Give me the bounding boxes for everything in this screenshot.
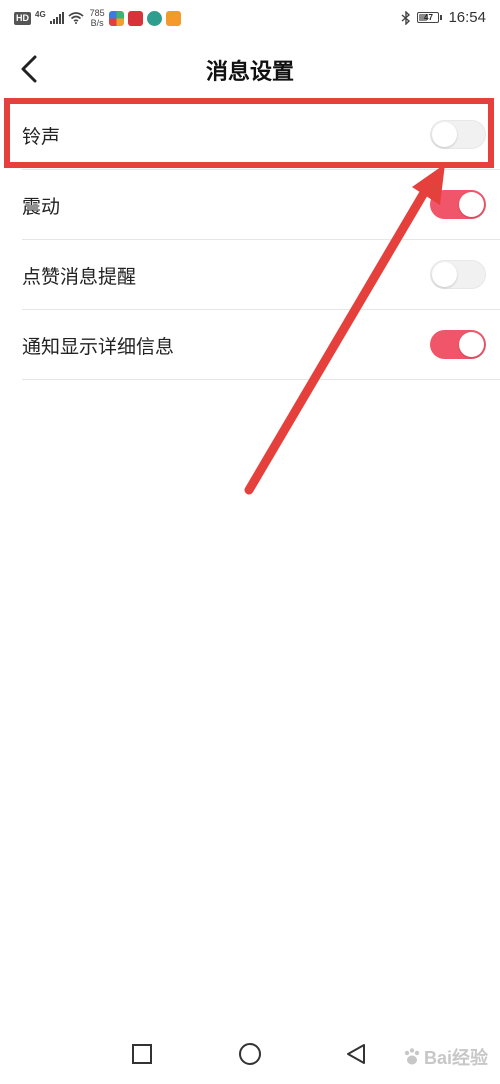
- net-speed-unit: B/s: [90, 18, 104, 28]
- hd-badge: HD: [14, 11, 31, 25]
- status-right: 47 16:54: [401, 9, 486, 26]
- setting-row[interactable]: 震动: [22, 170, 500, 240]
- baidu-watermark: Bai经验: [402, 1044, 488, 1070]
- setting-label: 震动: [22, 196, 61, 218]
- toggle-knob: [459, 192, 484, 217]
- circle-icon: [239, 1043, 261, 1065]
- setting-toggle[interactable]: [430, 330, 486, 359]
- toggle-knob: [432, 122, 457, 147]
- battery-icon: 47: [417, 12, 440, 23]
- cell-signal-icon: [49, 12, 64, 24]
- system-nav-bar: Bai经验: [0, 1024, 500, 1084]
- net-speed-value: 785: [89, 8, 105, 18]
- toggle-knob: [432, 262, 457, 287]
- toggle-knob: [459, 332, 484, 357]
- status-bar: HD 4G 785 B/s 47 16:54: [0, 0, 500, 38]
- setting-toggle[interactable]: [430, 260, 486, 289]
- setting-toggle[interactable]: [430, 190, 486, 219]
- setting-label: 通知显示详细信息: [22, 336, 175, 358]
- setting-row[interactable]: 铃声: [22, 100, 500, 170]
- triangle-back-icon: [347, 1044, 365, 1064]
- app-icon-green: [108, 10, 124, 26]
- header: 消息设置: [0, 40, 500, 98]
- settings-list: 铃声震动点赞消息提醒通知显示详细信息: [0, 100, 500, 380]
- setting-label: 点赞消息提醒: [22, 266, 137, 288]
- home-button[interactable]: [234, 1038, 266, 1070]
- setting-toggle[interactable]: [430, 120, 486, 149]
- app-icon-red: [127, 10, 143, 26]
- paw-icon: [404, 1048, 420, 1065]
- clock: 16:54: [448, 9, 486, 26]
- setting-row[interactable]: 点赞消息提醒: [22, 240, 500, 310]
- page-title: 消息设置: [205, 60, 294, 85]
- bluetooth-icon: [401, 10, 411, 25]
- app-icon-teal: [146, 10, 162, 26]
- watermark-text: Bai经验: [423, 1048, 488, 1068]
- square-icon: [132, 1044, 152, 1064]
- battery-level: 47: [424, 13, 433, 22]
- recent-apps-button[interactable]: [126, 1038, 158, 1070]
- signal-type: 4G: [35, 9, 46, 19]
- wifi-icon: [68, 12, 84, 24]
- net-speed: 785 B/s: [90, 8, 105, 28]
- setting-row[interactable]: 通知显示详细信息: [22, 310, 500, 380]
- status-left: HD 4G 785 B/s: [14, 8, 181, 28]
- app-icon-orange: [165, 10, 181, 26]
- setting-label: 铃声: [22, 126, 61, 148]
- battery-tip: [440, 15, 443, 20]
- nav-back-button[interactable]: [340, 1038, 372, 1070]
